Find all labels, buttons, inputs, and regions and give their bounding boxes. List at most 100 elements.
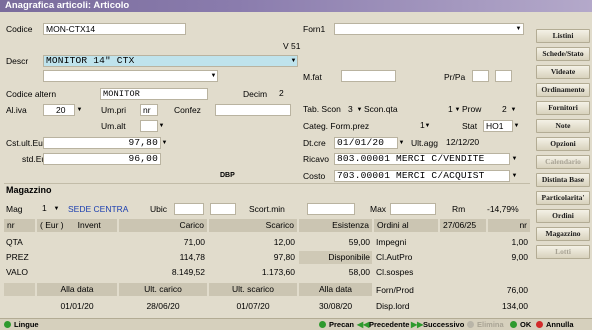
row-label-prez: PREZ [6, 252, 29, 262]
ordinamento-button[interactable]: Ordinamento [536, 83, 590, 97]
window-title: Anagrafica articoli: Articolo [0, 0, 592, 12]
forn1-field[interactable] [334, 23, 524, 35]
precedente-button[interactable]: ◀◀ Precedente [356, 319, 409, 330]
descr-label: Descr [6, 56, 29, 66]
ricavo-field[interactable]: 803.00001 MERCI C/VENDITE [334, 153, 510, 165]
ordini-button[interactable]: Ordini [536, 209, 590, 223]
disp-lord-value: 134,00 [502, 301, 528, 311]
fornitori-button[interactable]: Fornitori [536, 101, 590, 115]
ubic-field[interactable] [174, 203, 204, 215]
ok-label: OK [520, 320, 532, 329]
cst-ult-dropdown-icon[interactable]: ▼ [161, 138, 168, 148]
umpri-field[interactable]: nr [140, 104, 158, 116]
scort-min-label: Scort.min [249, 204, 285, 214]
opzioni-button[interactable]: Opzioni [536, 137, 590, 151]
videate-button[interactable]: Videate [536, 65, 590, 79]
costo-field[interactable]: 703.00001 MERCI C/ACQUIST [334, 170, 510, 182]
precan-button[interactable]: Precan [318, 319, 354, 330]
valo-scarico: 1.173,60 [261, 267, 295, 277]
mag-field[interactable]: 1 [31, 203, 53, 215]
footer-header-ult-scarico: Ult. scarico [209, 283, 297, 296]
codice-altern-field[interactable]: MONITOR [100, 88, 208, 100]
row-label-qta: QTA [6, 237, 23, 247]
qta-esistenza: 59,00 [348, 237, 370, 247]
codice-field[interactable]: MON-CTX14 [43, 23, 186, 35]
successivo-label: Successivo [423, 320, 465, 329]
cst-ult-field[interactable]: 97,80 [43, 137, 161, 149]
cancel-icon [536, 321, 543, 328]
umalt-label: Um.alt [101, 121, 126, 131]
elimina-button[interactable]: Elimina [466, 319, 504, 330]
categ-dropdown-icon[interactable]: ▼ [424, 121, 431, 131]
scon-qta-dropdown-icon[interactable]: ▼ [454, 105, 461, 115]
green-circle-icon [319, 321, 326, 328]
descr-field[interactable]: MONITOR 14" CTX [43, 55, 298, 67]
row-label-valo: VALO [6, 267, 29, 277]
grid-header-esistenza: Esistenza [299, 219, 372, 232]
particolarita-button[interactable]: Particolarita' [536, 191, 590, 205]
max-field[interactable] [390, 203, 436, 215]
note-button[interactable]: Note [536, 119, 590, 133]
aliva-dropdown-icon[interactable]: ▼ [76, 105, 83, 115]
mag-dropdown-icon[interactable]: ▼ [53, 204, 60, 214]
stat-label: Stat [462, 121, 478, 131]
footer-header-alla-data-2: Alla data [299, 283, 372, 296]
dbp-label[interactable]: DBP [220, 170, 235, 181]
disp-lord-label: Disp.lord [376, 301, 410, 311]
prow-dropdown-icon[interactable]: ▼ [510, 105, 517, 115]
costo-label: Costo [303, 171, 326, 181]
aliva-label: Al.iva [6, 105, 27, 115]
footer-shade-nr [4, 283, 35, 296]
umpri-label: Um.pri [101, 105, 127, 115]
footer-value-alla-data-2: 30/08/20 [318, 301, 353, 311]
qta-carico: 71,00 [183, 237, 205, 247]
umalt-dropdown-icon[interactable]: ▼ [158, 121, 165, 131]
footer-value-ult-carico: 28/06/20 [146, 301, 180, 311]
double-left-arrow-icon: ◀◀ [357, 320, 370, 329]
stat-field[interactable]: HO1 [483, 120, 513, 132]
ultagg-label: Ult.agg [411, 138, 438, 148]
distinta-base-button[interactable]: Distinta Base [536, 173, 590, 187]
ricavo-dropdown-icon[interactable]: ▼ [511, 154, 518, 164]
codice-altern-label: Codice altern [6, 89, 57, 99]
qta-desc: Impegni [376, 237, 407, 247]
pa-field[interactable] [495, 70, 512, 82]
ok-button[interactable]: OK [509, 319, 531, 330]
successivo-button[interactable]: ▶▶ Successivo [410, 319, 464, 330]
dtcre-field[interactable]: 01/01/20 [334, 137, 398, 149]
pr-field[interactable] [472, 70, 489, 82]
std-eur-field[interactable]: 96,00 [43, 153, 161, 165]
annulla-button[interactable]: Annulla [535, 319, 574, 330]
descr2-field[interactable] [43, 70, 218, 82]
descr2-dropdown-icon[interactable]: ▼ [210, 71, 217, 81]
magazzino-button[interactable]: Magazzino [536, 227, 590, 241]
forn1-dropdown-icon[interactable]: ▼ [515, 24, 522, 34]
forn-prod-value: 76,00 [506, 285, 528, 295]
scort-min-field[interactable] [307, 203, 355, 215]
listini-button[interactable]: Listini [536, 29, 590, 43]
footer-value-ult-scarico: 01/07/20 [236, 301, 270, 311]
ubic2-field[interactable] [210, 203, 236, 215]
descr-dropdown-icon[interactable]: ▼ [290, 56, 297, 66]
dtcre-dropdown-icon[interactable]: ▼ [398, 138, 405, 148]
aliva-field[interactable]: 20 [43, 104, 75, 116]
lingue-label: Lingue [14, 320, 39, 329]
prez-carico: 114,78 [179, 252, 205, 262]
green-circle-icon [4, 321, 11, 328]
scon-qta-label: Scon.qta [364, 104, 398, 114]
cst-ult-label: Cst.ult.Eur [6, 138, 46, 148]
decim-field[interactable]: 2 [277, 88, 294, 100]
valo-carico: 8.149,52 [171, 267, 205, 277]
stat-dropdown-icon[interactable]: ▼ [513, 121, 520, 131]
article-window: Anagrafica articoli: Articolo Codice MON… [0, 0, 592, 330]
schede-stato-button[interactable]: Schede/Stato [536, 47, 590, 61]
mfat-field[interactable] [341, 70, 396, 82]
lotti-button[interactable]: Lotti [536, 245, 590, 259]
confez-field[interactable] [215, 104, 291, 116]
costo-dropdown-icon[interactable]: ▼ [511, 171, 518, 181]
umalt-field[interactable] [140, 120, 158, 132]
tab-scon-dropdown-icon[interactable]: ▼ [356, 105, 363, 115]
calendario-button[interactable]: Calendario [536, 155, 590, 169]
lingue-button[interactable]: Lingue [3, 319, 39, 330]
precan-label: Precan [329, 320, 355, 329]
